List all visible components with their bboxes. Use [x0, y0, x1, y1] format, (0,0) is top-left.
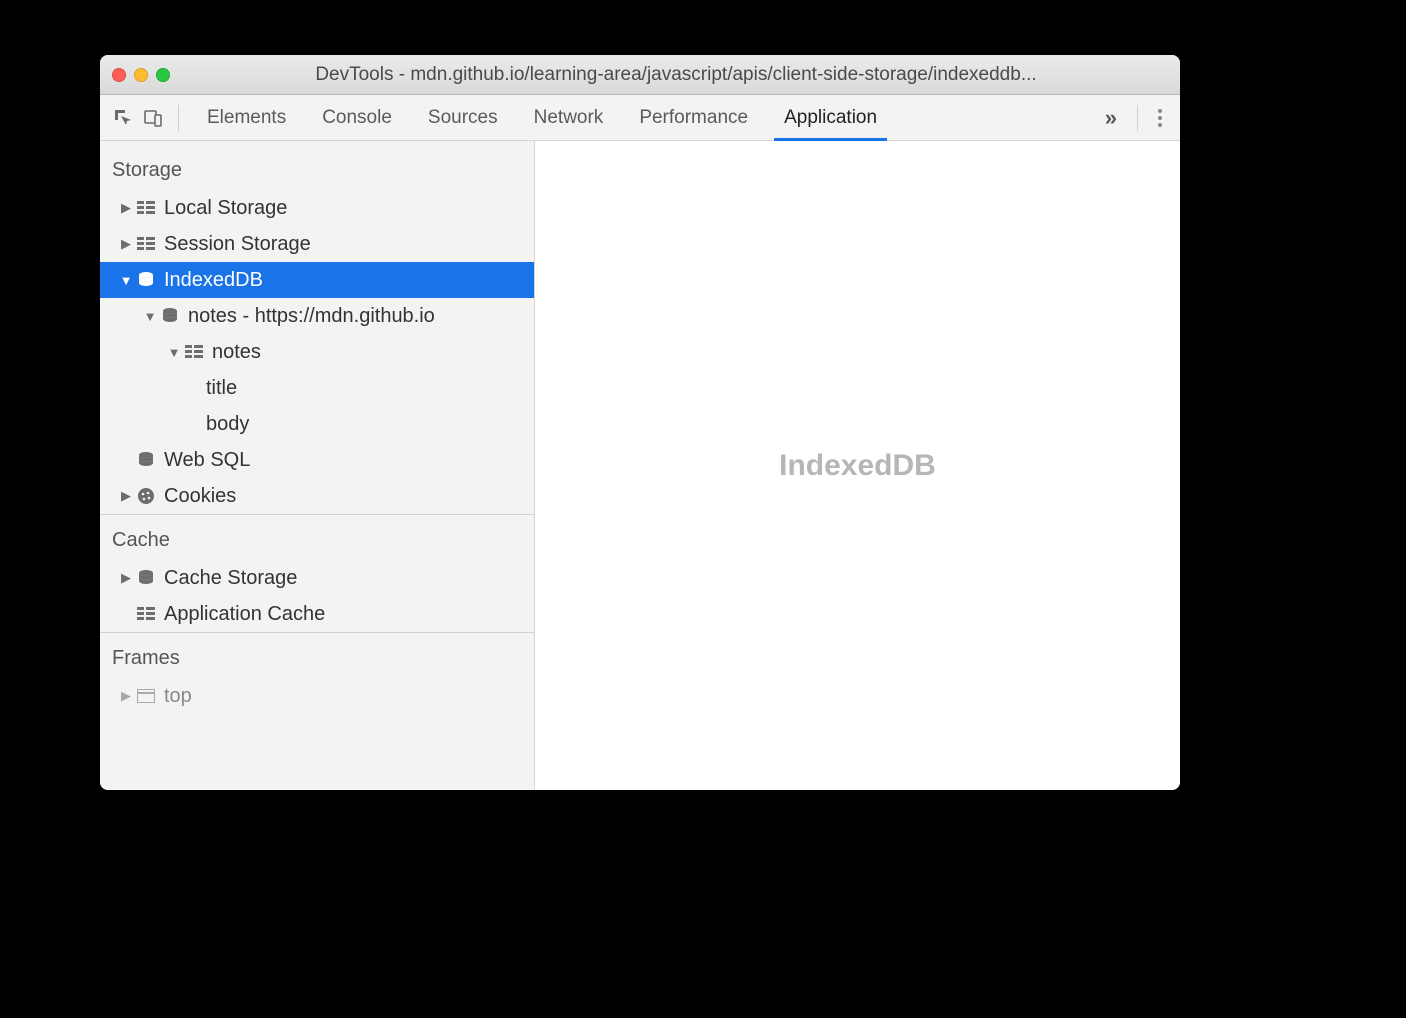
toolbar-divider — [1137, 105, 1138, 131]
database-icon — [134, 268, 158, 292]
frame-icon — [134, 684, 158, 708]
tab-elements[interactable]: Elements — [189, 95, 304, 140]
close-window-button[interactable] — [112, 68, 126, 82]
database-icon — [134, 566, 158, 590]
sidebar-item-cookies[interactable]: ▶ Cookies — [100, 478, 534, 514]
collapse-arrow-icon: ▼ — [118, 273, 134, 288]
sidebar-item-idb-index-title[interactable]: ▶ title — [100, 370, 534, 406]
main-panel-title: IndexedDB — [779, 449, 936, 483]
more-tabs-button[interactable]: » — [1095, 105, 1127, 131]
titlebar: DevTools - mdn.github.io/learning-area/j… — [100, 55, 1180, 95]
device-toggle-icon[interactable] — [138, 103, 168, 133]
section-storage-header: Storage — [100, 149, 534, 190]
collapse-arrow-icon: ▼ — [142, 309, 158, 324]
sidebar-item-label: Session Storage — [164, 233, 311, 256]
expand-arrow-icon: ▶ — [118, 200, 134, 216]
devtools-window: DevTools - mdn.github.io/learning-area/j… — [100, 55, 1180, 790]
zoom-window-button[interactable] — [156, 68, 170, 82]
sidebar-item-label: Web SQL — [164, 449, 250, 472]
sidebar-item-cache-storage[interactable]: ▶ Cache Storage — [100, 560, 534, 596]
expand-arrow-icon: ▶ — [118, 488, 134, 504]
sidebar-item-application-cache[interactable]: ▶ Application Cache — [100, 596, 534, 632]
sidebar-item-local-storage[interactable]: ▶ Local Storage — [100, 190, 534, 226]
database-icon — [134, 448, 158, 472]
sidebar-item-session-storage[interactable]: ▶ Session Storage — [100, 226, 534, 262]
application-sidebar: Storage ▶ Local Storage ▶ Session Storag… — [100, 141, 535, 790]
application-main-panel: IndexedDB — [535, 141, 1180, 790]
devtools-body: Storage ▶ Local Storage ▶ Session Storag… — [100, 141, 1180, 790]
section-cache-header: Cache — [100, 514, 534, 560]
section-frames-header: Frames — [100, 632, 534, 678]
sidebar-item-label: notes — [212, 341, 261, 364]
sidebar-item-frame-top[interactable]: ▶ top — [100, 678, 534, 714]
table-icon — [134, 232, 158, 256]
sidebar-item-label: body — [206, 413, 249, 436]
devtools-tabs: Elements Console Sources Network Perform… — [189, 95, 1095, 140]
tab-console[interactable]: Console — [304, 95, 410, 140]
sidebar-item-label: Cache Storage — [164, 567, 297, 590]
window-title: DevTools - mdn.github.io/learning-area/j… — [184, 64, 1168, 86]
devtools-menu-button[interactable] — [1148, 109, 1172, 127]
sidebar-item-label: top — [164, 685, 192, 708]
inspect-element-icon[interactable] — [108, 103, 138, 133]
table-icon — [134, 602, 158, 626]
sidebar-item-label: Local Storage — [164, 197, 287, 220]
sidebar-item-idb-database[interactable]: ▼ notes - https://mdn.github.io — [100, 298, 534, 334]
sidebar-item-web-sql[interactable]: ▶ Web SQL — [100, 442, 534, 478]
expand-arrow-icon: ▶ — [118, 570, 134, 586]
sidebar-item-label: notes - https://mdn.github.io — [188, 305, 435, 328]
expand-arrow-icon: ▶ — [118, 688, 134, 704]
expand-arrow-icon: ▶ — [118, 236, 134, 252]
sidebar-item-label: Cookies — [164, 485, 236, 508]
tab-performance[interactable]: Performance — [621, 95, 766, 140]
traffic-lights — [112, 68, 170, 82]
sidebar-item-label: title — [206, 377, 237, 400]
table-icon — [182, 340, 206, 364]
tab-sources[interactable]: Sources — [410, 95, 516, 140]
sidebar-item-label: Application Cache — [164, 603, 325, 626]
table-icon — [134, 196, 158, 220]
cookie-icon — [134, 484, 158, 508]
sidebar-item-indexeddb[interactable]: ▼ IndexedDB — [100, 262, 534, 298]
sidebar-item-idb-index-body[interactable]: ▶ body — [100, 406, 534, 442]
minimize-window-button[interactable] — [134, 68, 148, 82]
tab-network[interactable]: Network — [516, 95, 622, 140]
sidebar-item-label: IndexedDB — [164, 269, 263, 292]
sidebar-item-idb-store[interactable]: ▼ notes — [100, 334, 534, 370]
devtools-toolbar: Elements Console Sources Network Perform… — [100, 95, 1180, 141]
database-icon — [158, 304, 182, 328]
collapse-arrow-icon: ▼ — [166, 345, 182, 360]
toolbar-divider — [178, 105, 179, 131]
tab-application[interactable]: Application — [766, 95, 895, 140]
